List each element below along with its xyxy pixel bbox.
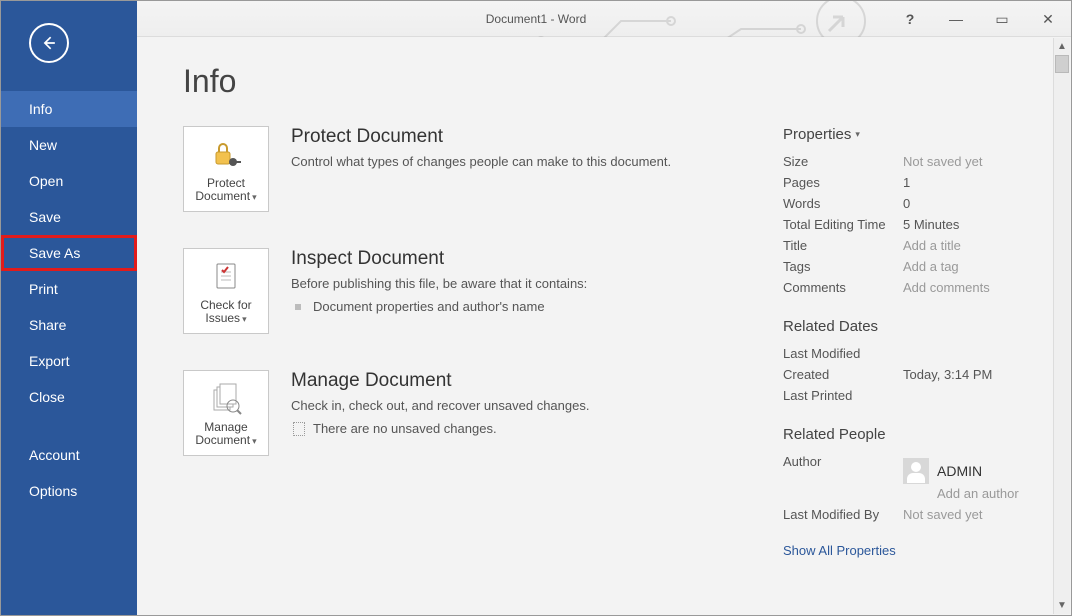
manage-tile-line1: Manage [204, 420, 247, 434]
nav-spacer [1, 415, 137, 437]
inspect-document-block: Check for Issues▾ Inspect Document Befor… [183, 248, 743, 334]
nav-close[interactable]: Close [1, 379, 137, 415]
nav-export[interactable]: Export [1, 343, 137, 379]
manage-item: There are no unsaved changes. [293, 419, 589, 438]
dropdown-caret-icon: ▾ [242, 314, 247, 324]
nav-share[interactable]: Share [1, 307, 137, 343]
backstage-sidebar: Info New Open Save Save As Print Share E… [1, 1, 137, 615]
prop-row-comments[interactable]: Comments Add comments [783, 277, 1045, 298]
protect-heading: Protect Document [291, 126, 671, 148]
inspect-item: Document properties and author's name [293, 297, 587, 316]
window-title: Document1 - Word [486, 12, 586, 26]
title-bar: Document1 - Word ? — ▭ ✕ [1, 1, 1071, 37]
author-chip[interactable]: ADMIN [903, 458, 1045, 484]
add-author-field[interactable]: Add an author [937, 486, 1045, 501]
properties-dropdown[interactable]: Properties ▾ [783, 126, 1045, 143]
nav-save[interactable]: Save [1, 199, 137, 235]
nav-account[interactable]: Account [1, 437, 137, 473]
nav-open[interactable]: Open [1, 163, 137, 199]
related-people-heading: Related People [783, 426, 1045, 443]
back-arrow-icon [39, 33, 59, 53]
inspect-heading: Inspect Document [291, 248, 587, 270]
prop-row-title[interactable]: Title Add a title [783, 235, 1045, 256]
prop-row-created: Created Today, 3:14 PM [783, 364, 1045, 385]
nav-info[interactable]: Info [1, 91, 137, 127]
backstage-main: Info P [137, 37, 1071, 615]
prop-row-pages: Pages 1 [783, 172, 1045, 193]
app-window: Document1 - Word ? — ▭ ✕ Info New Open S… [0, 0, 1072, 616]
page-title: Info [183, 63, 1045, 100]
prop-row-words: Words 0 [783, 193, 1045, 214]
inspect-desc: Before publishing this file, be aware th… [291, 276, 587, 291]
dropdown-caret-icon: ▾ [855, 129, 860, 140]
nav-save-as[interactable]: Save As [1, 235, 137, 271]
manage-document-tile[interactable]: Manage Document▾ [183, 370, 269, 456]
check-tile-line1: Check for [200, 298, 251, 312]
checklist-icon [209, 255, 243, 299]
check-tile-line2: Issues [205, 311, 240, 325]
author-name: ADMIN [937, 463, 982, 479]
minimize-button[interactable]: — [933, 5, 979, 33]
protect-document-tile[interactable]: Protect Document▾ [183, 126, 269, 212]
protect-tile-line2: Document [195, 189, 250, 203]
nav-new[interactable]: New [1, 127, 137, 163]
protect-tile-line1: Protect [207, 176, 245, 190]
help-button[interactable]: ? [887, 5, 933, 33]
properties-column: Properties ▾ Size Not saved yet Pages 1 … [783, 126, 1045, 558]
protect-desc: Control what types of changes people can… [291, 154, 671, 169]
lock-key-icon [209, 133, 243, 177]
protect-document-block: Protect Document▾ Protect Document Contr… [183, 126, 743, 212]
dropdown-caret-icon: ▾ [252, 192, 257, 202]
info-left-column: Protect Document▾ Protect Document Contr… [183, 126, 743, 558]
manage-heading: Manage Document [291, 370, 589, 392]
show-all-properties-link[interactable]: Show All Properties [783, 543, 1045, 558]
prop-row-last-modified-by: Last Modified By Not saved yet [783, 504, 1045, 525]
scroll-thumb[interactable] [1055, 55, 1069, 73]
prop-row-last-printed: Last Printed [783, 385, 1045, 406]
prop-row-tags[interactable]: Tags Add a tag [783, 256, 1045, 277]
documents-stack-icon [209, 377, 243, 421]
prop-row-editing: Total Editing Time 5 Minutes [783, 214, 1045, 235]
window-controls: ? — ▭ ✕ [887, 1, 1071, 37]
manage-desc: Check in, check out, and recover unsaved… [291, 398, 589, 413]
avatar-icon [903, 458, 929, 484]
prop-row-last-modified: Last Modified [783, 343, 1045, 364]
properties-heading: Properties [783, 126, 851, 143]
check-issues-tile[interactable]: Check for Issues▾ [183, 248, 269, 334]
nav-options[interactable]: Options [1, 473, 137, 509]
dropdown-caret-icon: ▾ [252, 436, 257, 446]
scroll-up-arrow-icon[interactable]: ▲ [1054, 38, 1071, 55]
backstage-nav: Info New Open Save Save As Print Share E… [1, 91, 137, 509]
related-dates-heading: Related Dates [783, 318, 1045, 335]
back-button[interactable] [29, 23, 69, 63]
manage-document-block: Manage Document▾ Manage Document Check i… [183, 370, 743, 456]
scroll-down-arrow-icon[interactable]: ▼ [1054, 597, 1071, 614]
prop-row-size: Size Not saved yet [783, 151, 1045, 172]
restore-button[interactable]: ▭ [979, 5, 1025, 33]
vertical-scrollbar[interactable]: ▲ ▼ [1053, 38, 1070, 614]
close-button[interactable]: ✕ [1025, 5, 1071, 33]
manage-tile-line2: Document [195, 433, 250, 447]
nav-print[interactable]: Print [1, 271, 137, 307]
prop-row-author: Author ADMIN Add an author [783, 451, 1045, 504]
